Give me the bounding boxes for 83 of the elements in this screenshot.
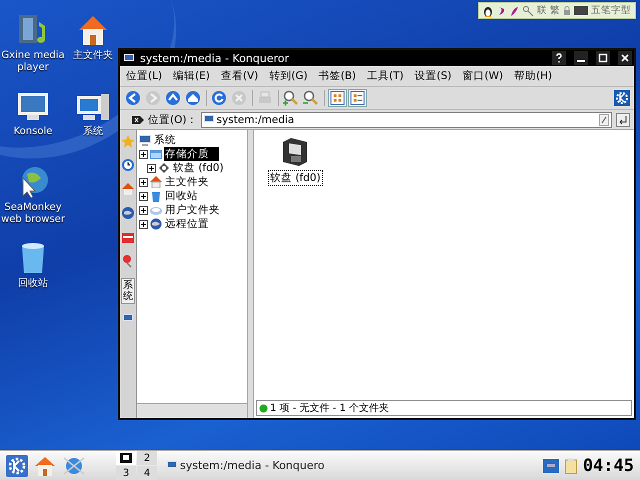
list-view-button[interactable] bbox=[348, 89, 367, 107]
close-icon[interactable] bbox=[618, 51, 632, 65]
desktop-shortcut[interactable]: 主文件夹 bbox=[68, 12, 118, 88]
house-icon bbox=[150, 176, 162, 188]
expand-icon[interactable] bbox=[139, 206, 148, 214]
clock[interactable]: 04:45 bbox=[582, 456, 634, 476]
file-label[interactable]: 软盘 (fd0) bbox=[268, 170, 323, 186]
dropdown-icon[interactable] bbox=[599, 114, 609, 126]
reload-button[interactable] bbox=[210, 89, 229, 107]
clear-location-icon[interactable] bbox=[132, 114, 144, 124]
input-mode-text[interactable]: 五笔字型 bbox=[591, 4, 631, 17]
go-icon[interactable] bbox=[616, 112, 630, 126]
desktop-switch[interactable]: 2 bbox=[137, 451, 157, 465]
penguin-icon[interactable] bbox=[483, 4, 493, 16]
scrollbar[interactable] bbox=[137, 403, 247, 418]
house-icon[interactable] bbox=[34, 454, 56, 476]
minimize-icon[interactable] bbox=[574, 51, 588, 65]
tree-item[interactable]: 软盘 (fd0) bbox=[172, 161, 225, 175]
icon-view-button[interactable] bbox=[328, 89, 347, 107]
computer-icon bbox=[204, 115, 214, 124]
expand-icon[interactable] bbox=[139, 220, 148, 228]
gear-logo-icon[interactable] bbox=[614, 90, 630, 106]
help-icon[interactable] bbox=[552, 51, 566, 65]
expand-icon[interactable] bbox=[139, 178, 148, 186]
expand-icon[interactable] bbox=[147, 164, 156, 172]
back-button[interactable] bbox=[124, 89, 143, 107]
bin-icon bbox=[150, 190, 162, 202]
menu-item[interactable]: 编辑(E) bbox=[173, 69, 210, 83]
location-label: 位置(O)： bbox=[148, 112, 198, 126]
maximize-icon[interactable] bbox=[596, 51, 610, 65]
menu-item[interactable]: 查看(V) bbox=[220, 69, 258, 83]
desktop-shortcut[interactable]: SeaMonkey web browser bbox=[0, 164, 66, 240]
sidebar-tab[interactable]: 系统 bbox=[121, 278, 135, 304]
window-title: system:/media - Konqueror bbox=[140, 52, 290, 64]
desktop-shortcut[interactable]: 系统 bbox=[68, 88, 118, 164]
desktop-switch[interactable]: 4 bbox=[137, 466, 157, 480]
splitter-handle[interactable] bbox=[247, 130, 254, 418]
tree-item[interactable]: 存储介质 bbox=[164, 147, 219, 161]
network-icon[interactable] bbox=[542, 458, 559, 472]
globe-icon[interactable] bbox=[62, 454, 86, 476]
globe-icon[interactable] bbox=[121, 206, 135, 220]
expand-icon[interactable] bbox=[139, 150, 148, 158]
folder-icon[interactable] bbox=[121, 230, 135, 244]
menu-item[interactable]: 工具(T) bbox=[367, 69, 404, 83]
desktop-switch[interactable]: 3 bbox=[116, 466, 136, 480]
menu-item[interactable]: 帮助(H) bbox=[514, 69, 552, 83]
drive-icon bbox=[150, 204, 162, 216]
desktop-shortcut[interactable]: Gxine media player bbox=[0, 12, 66, 88]
menu-item[interactable]: 转到(G) bbox=[269, 69, 308, 83]
moon-icon[interactable] bbox=[496, 4, 506, 16]
feather-icon[interactable] bbox=[509, 4, 519, 16]
status-text: 1 项 - 无文件 - 1 个文件夹 bbox=[270, 402, 390, 415]
status-light-icon bbox=[259, 404, 268, 412]
menu-item[interactable]: 书签(B) bbox=[318, 69, 356, 83]
up-button[interactable] bbox=[164, 89, 183, 107]
gear-logo-icon[interactable] bbox=[6, 454, 28, 476]
computer-icon bbox=[123, 314, 133, 323]
computer-icon bbox=[139, 134, 151, 146]
tree-item[interactable]: 系统 bbox=[153, 133, 177, 147]
location-box[interactable]: system:/media bbox=[201, 112, 612, 128]
tree-item[interactable]: 主文件夹 bbox=[164, 175, 210, 189]
desktop-shortcut[interactable]: 回收站 bbox=[0, 240, 66, 316]
tree-item[interactable]: 回收站 bbox=[164, 189, 199, 203]
globe-icon bbox=[150, 218, 162, 230]
home-button[interactable] bbox=[184, 89, 203, 107]
input-mode-text[interactable]: 联 bbox=[537, 4, 547, 17]
computer-icon bbox=[167, 461, 177, 470]
desktop-shortcut[interactable]: Konsole bbox=[0, 88, 66, 164]
desktop-switch[interactable] bbox=[116, 451, 136, 465]
input-mode-text[interactable]: 繁 bbox=[550, 4, 560, 17]
menu-item[interactable]: 设置(S) bbox=[414, 69, 452, 83]
task-title: system:/media - Konquero bbox=[180, 459, 325, 472]
window-icon bbox=[124, 54, 134, 62]
star-icon[interactable] bbox=[121, 134, 135, 148]
tree-item[interactable]: 远程位置 bbox=[164, 217, 210, 231]
expand-icon[interactable] bbox=[139, 192, 148, 200]
menu-item[interactable]: 位置(L) bbox=[126, 69, 162, 83]
clipboard-icon[interactable] bbox=[564, 458, 577, 474]
tree-item[interactable]: 用户文件夹 bbox=[164, 203, 221, 217]
folder-icon bbox=[150, 148, 162, 160]
task-button[interactable]: system:/media - Konquero bbox=[163, 454, 329, 476]
clock-icon[interactable] bbox=[121, 158, 135, 172]
menu-item[interactable]: 窗口(W) bbox=[462, 69, 504, 83]
